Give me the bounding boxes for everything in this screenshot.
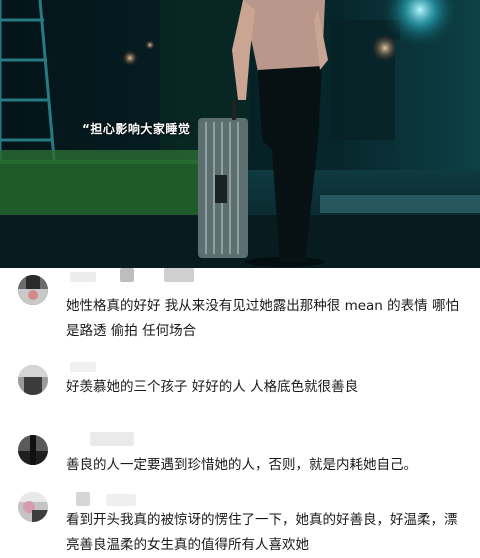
avatar[interactable] bbox=[18, 435, 48, 465]
comment-list: 她性格真的好好 我从来没有见过她露出那种很 mean 的表情 哪怕是路透 偷拍 … bbox=[0, 268, 480, 558]
username-blur bbox=[76, 492, 90, 506]
username-blur bbox=[164, 268, 194, 282]
video-scene bbox=[0, 0, 480, 268]
list-item[interactable]: 善良的人一定要遇到珍惜她的人，否则，就是内耗她自己。 bbox=[0, 430, 480, 490]
username-blur bbox=[90, 432, 134, 446]
comment-text: 她性格真的好好 我从来没有见过她露出那种很 mean 的表情 哪怕是路透 偷拍 … bbox=[66, 298, 459, 339]
list-item[interactable]: 看到开头我真的被惊讶的愣住了一下，她真的好善良，好温柔，漂亮善良温柔的女生真的值… bbox=[0, 492, 480, 558]
username-blur bbox=[70, 272, 96, 282]
comment-text: 善良的人一定要遇到珍惜她的人，否则，就是内耗她自己。 bbox=[66, 457, 417, 473]
avatar[interactable] bbox=[18, 275, 48, 305]
username-blur bbox=[70, 362, 96, 372]
video-caption: “担心影响大家睡觉 bbox=[82, 122, 191, 136]
avatar[interactable] bbox=[18, 365, 48, 395]
list-item[interactable]: 她性格真的好好 我从来没有见过她露出那种很 mean 的表情 哪怕是路透 偷拍 … bbox=[0, 268, 480, 356]
avatar[interactable] bbox=[18, 492, 48, 522]
comment-text: 好羡慕她的三个孩子 好好的人 人格底色就很善良 bbox=[66, 379, 359, 395]
comment-text: 看到开头我真的被惊讶的愣住了一下，她真的好善良，好温柔，漂亮善良温柔的女生真的值… bbox=[66, 512, 458, 553]
list-item[interactable]: 好羡慕她的三个孩子 好好的人 人格底色就很善良 bbox=[0, 358, 480, 418]
video-frame[interactable]: “担心影响大家睡觉 bbox=[0, 0, 480, 268]
username-blur bbox=[120, 268, 134, 282]
username-blur bbox=[106, 494, 136, 506]
